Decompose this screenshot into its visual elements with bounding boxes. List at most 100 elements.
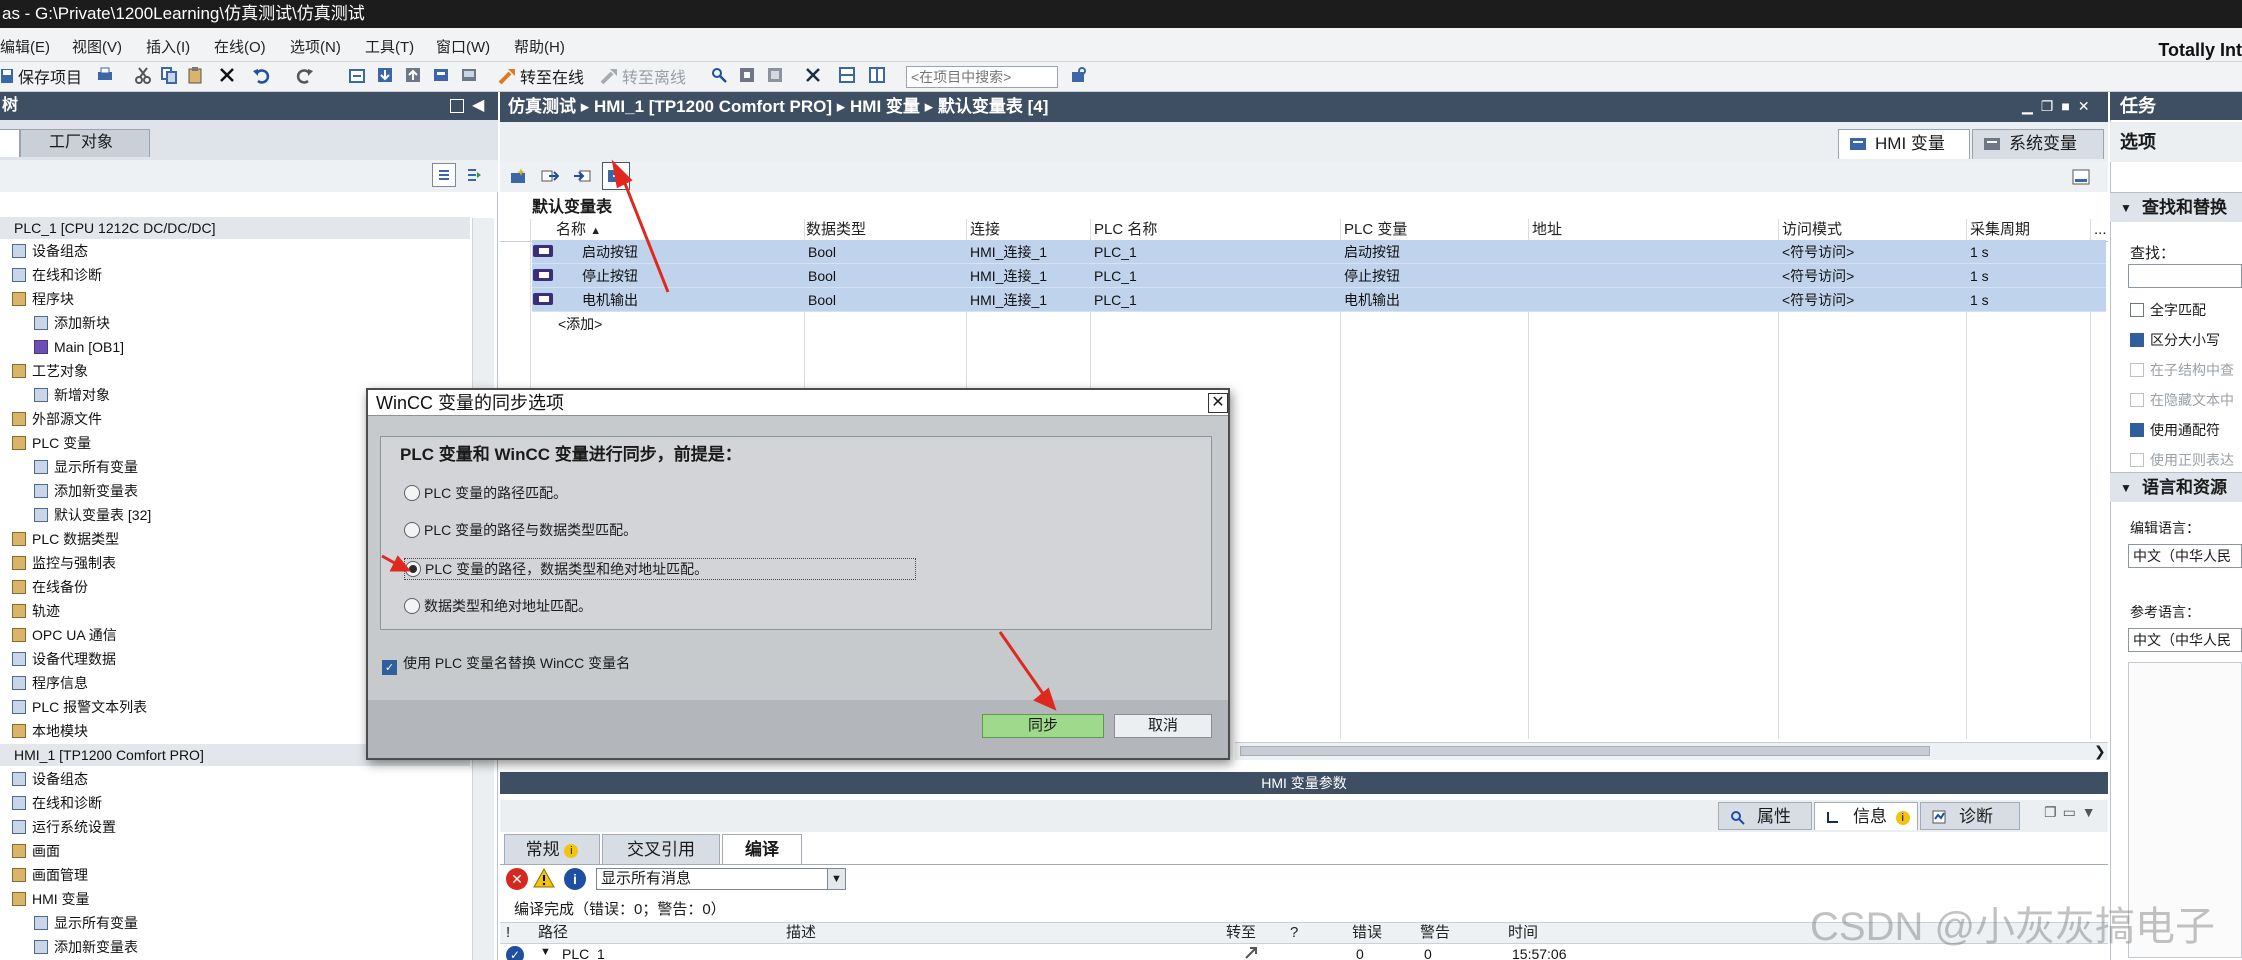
scroll-right-icon[interactable]: ❯ (2094, 743, 2106, 760)
msg-col-path[interactable]: 路径 (538, 922, 568, 944)
msg-col-errors[interactable]: 错误 (1352, 922, 1382, 944)
tab-system-tags[interactable]: 系统变量 (1972, 129, 2104, 159)
checkbox-match-case[interactable]: 区分大小写 (2130, 330, 2220, 350)
tree-node[interactable]: PLC 数据类型 (12, 528, 119, 550)
search-project-icon[interactable] (1066, 62, 1092, 88)
collapse-down-icon[interactable]: ▼ (2082, 804, 2096, 821)
menu-window[interactable]: 窗口(W) (436, 36, 490, 57)
project-search-input[interactable] (906, 66, 1058, 88)
close-icon[interactable]: ✕ (2078, 98, 2090, 115)
find-replace-section[interactable]: ▼ 查找和替换 (2110, 192, 2242, 222)
split-horizontal-icon[interactable] (834, 62, 860, 88)
option-path-match[interactable]: PLC 变量的路径匹配。 (404, 483, 567, 503)
msg-col-time[interactable]: 时间 (1508, 922, 1538, 944)
table-row[interactable] (532, 264, 2106, 288)
column-header-datatype[interactable]: 数据类型 (806, 219, 866, 241)
cell-acquisition-cycle[interactable]: 1 s (1970, 288, 1989, 312)
copy-icon[interactable] (156, 62, 182, 88)
tree-pin-icon[interactable] (450, 99, 464, 113)
column-header-more[interactable]: ... (2094, 219, 2107, 241)
maximize-icon[interactable]: ■ (2061, 98, 2069, 115)
tree-view-toggle-icon[interactable] (432, 163, 456, 187)
simulation-icon[interactable] (456, 62, 482, 88)
tree-node[interactable]: 画面 (12, 840, 60, 862)
msg-col-severity[interactable]: ! (506, 922, 510, 944)
tree-node[interactable]: 添加新变量表 (34, 480, 138, 502)
msg-col-description[interactable]: 描述 (786, 922, 816, 944)
cell-access-mode[interactable]: <符号访问> (1782, 240, 1854, 264)
checkbox-hidden-text[interactable]: 在隐藏文本中 (2130, 390, 2234, 410)
tree-node[interactable]: 运行系统设置 (12, 816, 116, 838)
goto-arrow-icon[interactable] (1244, 946, 1260, 960)
export-icon[interactable] (538, 164, 562, 188)
cell-access-mode[interactable]: <符号访问> (1782, 264, 1854, 288)
redo-icon[interactable] (292, 62, 318, 88)
tree-node[interactable]: 添加新变量表 (34, 936, 138, 958)
cell-plc-name[interactable]: PLC_1 (1094, 240, 1137, 264)
cell-plc-tag[interactable]: 电机输出 (1344, 288, 1400, 312)
checkbox-use-plc-names[interactable]: ✓ 使用 PLC 变量名替换 WinCC 变量名 (382, 653, 630, 675)
tree-node[interactable]: 监控与强制表 (12, 552, 116, 574)
checkbox-regex[interactable]: 使用正则表达 (2130, 450, 2234, 470)
reference-language-select[interactable]: 中文（中华人民 (2128, 628, 2242, 652)
info-filter-icon[interactable]: i (564, 868, 586, 890)
dock-icon[interactable]: ▭ (2063, 804, 2076, 821)
accessible-devices-icon[interactable] (706, 62, 732, 88)
cell-name[interactable]: 停止按钮 (582, 264, 638, 288)
import-icon[interactable] (570, 164, 594, 188)
tree-node[interactable]: 添加新块 (34, 312, 110, 334)
tree-overview-icon[interactable] (462, 163, 486, 187)
device-icon[interactable] (428, 62, 454, 88)
tab-compile[interactable]: 编译 (722, 834, 802, 864)
cell-plc-tag[interactable]: 停止按钮 (1344, 264, 1400, 288)
option-type-address-match[interactable]: 数据类型和绝对地址匹配。 (404, 596, 592, 616)
cell-name[interactable]: 启动按钮 (582, 240, 638, 264)
msg-col-goto[interactable]: 转至 (1226, 922, 1256, 944)
cut-icon[interactable] (130, 62, 156, 88)
hscroll-thumb[interactable] (1240, 746, 1930, 756)
start-cpu-icon[interactable] (734, 62, 760, 88)
option-path-type-match[interactable]: PLC 变量的路径与数据类型匹配。 (404, 520, 637, 540)
tab-properties[interactable]: 属性 (1718, 802, 1812, 830)
hmi-tag-params-bar[interactable]: HMI 变量参数 (500, 772, 2108, 794)
menu-tools[interactable]: 工具(T) (365, 36, 414, 57)
warnings-filter-icon[interactable] (532, 866, 556, 890)
cell-plc-name[interactable]: PLC_1 (1094, 288, 1137, 312)
chevron-down-icon[interactable]: ▼ (827, 869, 845, 889)
tree-node[interactable]: 显示所有变量 (34, 912, 138, 934)
column-header-address[interactable]: 地址 (1532, 219, 1562, 241)
tab-general[interactable]: 常规 i (504, 834, 600, 864)
find-input[interactable] (2128, 264, 2242, 288)
tab-cross-references[interactable]: 交叉引用 (602, 834, 720, 864)
cancel-button[interactable]: 取消 (1114, 714, 1212, 738)
go-offline-button[interactable]: 转至离线 (600, 64, 686, 88)
minimize-icon[interactable]: ▁ (2022, 98, 2033, 115)
go-online-button[interactable]: 转至在线 (498, 64, 584, 88)
msg-col-help[interactable]: ? (1290, 922, 1298, 944)
column-header-plc-tag[interactable]: PLC 变量 (1344, 219, 1407, 241)
tree-node[interactable]: 默认变量表 [32] (34, 504, 151, 526)
stop-cpu-icon[interactable] (762, 62, 788, 88)
tab-diagnostics[interactable]: 诊断 (1920, 802, 2020, 830)
cell-plc-name[interactable]: PLC_1 (1094, 264, 1137, 288)
cell-datatype[interactable]: Bool (808, 264, 836, 288)
cell-access-mode[interactable]: <符号访问> (1782, 288, 1854, 312)
cell-datatype[interactable]: Bool (808, 288, 836, 312)
tree-node[interactable]: 设备组态 (12, 240, 88, 262)
dialog-close-button[interactable]: ✕ (1208, 393, 1228, 413)
add-tag-icon[interactable] (506, 164, 530, 188)
tree-node[interactable]: Main [OB1] (34, 336, 124, 358)
float-icon[interactable]: ❐ (2044, 804, 2057, 821)
split-vertical-icon[interactable] (864, 62, 890, 88)
sync-tags-button[interactable] (602, 162, 630, 190)
menu-view[interactable]: 视图(V) (72, 36, 122, 57)
cell-datatype[interactable]: Bool (808, 240, 836, 264)
tree-node[interactable]: 程序块 (12, 288, 74, 310)
undo-icon[interactable] (248, 62, 274, 88)
checkbox-substructures[interactable]: 在子结构中查 (2130, 360, 2234, 380)
tree-node[interactable]: 在线和诊断 (12, 792, 102, 814)
download-icon[interactable] (372, 62, 398, 88)
upload-icon[interactable] (400, 62, 426, 88)
paste-icon[interactable] (182, 62, 208, 88)
tree-node[interactable]: PLC 报警文本列表 (12, 696, 147, 718)
